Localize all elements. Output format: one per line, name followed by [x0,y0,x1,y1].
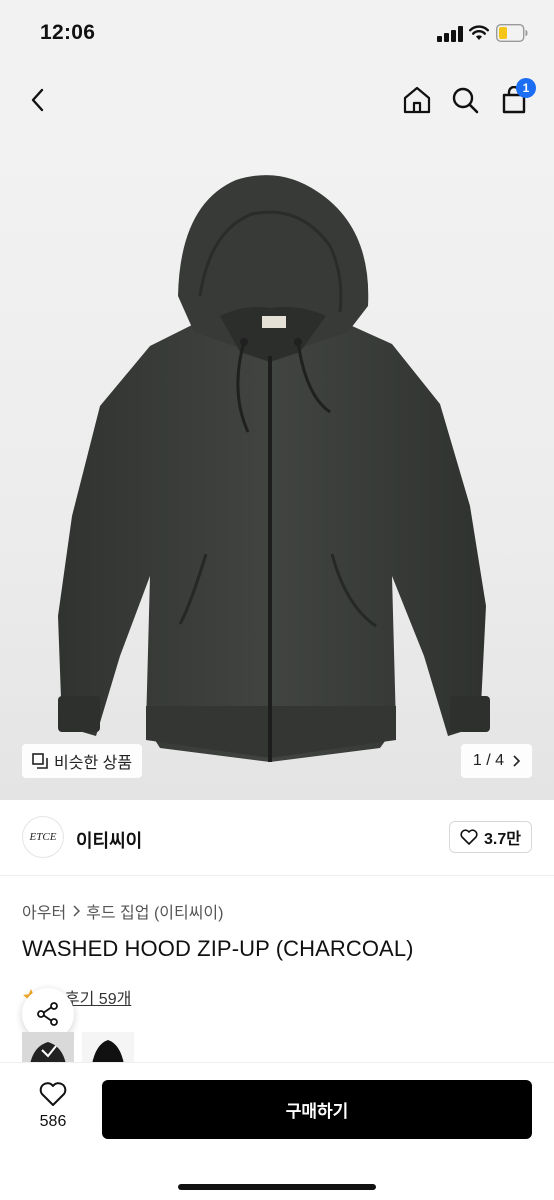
product-image-gallery[interactable]: 비슷한 상품 1 / 4 [0,136,554,800]
wishlist-button[interactable]: 586 [22,1081,84,1131]
hoodie-photo [58,175,490,762]
brand-like-count: 3.7만 [484,831,521,848]
color-option-black[interactable] [82,1032,134,1064]
home-indicator [178,1184,376,1190]
brand-name[interactable]: 이티씨이 [76,827,142,853]
buy-button-label: 구매하기 [285,1102,349,1121]
home-button[interactable] [397,80,437,120]
similar-products-label: 비슷한 상품 [54,755,133,772]
chevron-right-icon [73,905,81,917]
search-button[interactable] [445,80,485,120]
home-icon [403,86,431,114]
heart-icon [460,829,478,845]
purchase-bar: 586 구매하기 [0,1062,554,1200]
share-icon [37,1002,58,1026]
similar-products-button[interactable]: 비슷한 상품 [22,744,143,778]
search-icon [452,87,479,114]
cart-button[interactable]: 1 [494,78,536,120]
page-indicator: 1 / 4 [472,752,504,769]
battery-icon [496,24,528,42]
gallery-pager[interactable]: 1 / 4 [460,744,532,778]
thumb-image [82,1032,134,1064]
buy-button[interactable]: 구매하기 [102,1080,532,1139]
copy-icon [32,753,48,769]
color-option-charcoal[interactable] [22,1032,74,1064]
brand-like-button[interactable]: 3.7만 [449,821,532,853]
status-bar: 12:06 [0,0,554,64]
product-title: WASHED HOOD ZIP-UP (CHARCOAL) [22,936,414,961]
cart-count-badge: 1 [516,78,536,98]
breadcrumb: 아우터 후드 집업 (이티씨이) [22,899,223,923]
nav-bar: 1 [0,64,554,136]
breadcrumb-subcategory[interactable]: 후드 집업 (이티씨이) [86,899,223,923]
review-count-link[interactable]: 후기 59개 [65,985,131,1009]
brand-row[interactable]: ETCE 이티씨이 3.7만 [0,800,554,876]
color-options [22,1032,134,1064]
brand-logo-text: ETCE [29,831,57,843]
back-button[interactable] [18,80,58,120]
signal-icon [437,26,463,42]
wishlist-count: 586 [39,1113,67,1130]
status-time: 12:06 [40,21,96,44]
chevron-right-icon [513,755,520,767]
wifi-icon [469,25,489,40]
breadcrumb-category[interactable]: 아우터 [22,899,66,923]
heart-icon [39,1082,67,1106]
chevron-left-icon [31,88,44,112]
brand-logo[interactable]: ETCE [22,816,64,858]
thumb-image [22,1032,74,1064]
